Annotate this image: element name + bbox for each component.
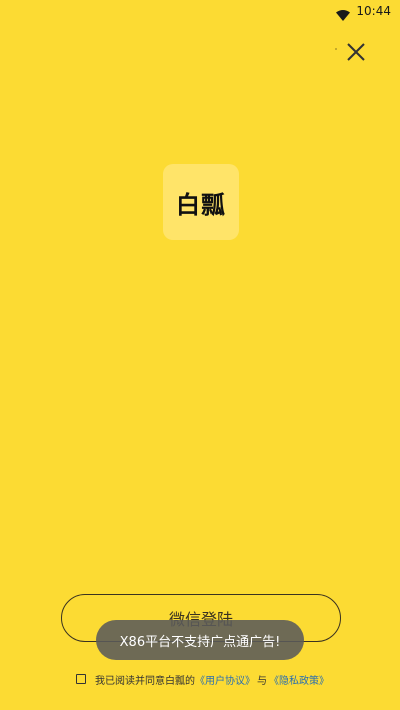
agreement-connector: 与 [257,675,267,687]
close-icon [347,43,365,61]
user-agreement-link[interactable]: 《用户协议》 [195,672,255,687]
login-screen: 10:44 白瓢 微信登陆 X86平台不支持广点通广告! 我已阅读并同意白瓢的 … [0,0,400,710]
agreement-checkbox[interactable] [76,674,86,684]
wifi-icon [336,6,351,21]
status-bar: 10:44 [0,0,400,22]
close-button[interactable] [344,40,368,64]
toast-message: X86平台不支持广点通广告! [96,620,304,660]
agreement-prefix: 我已阅读并同意白瓢的 [95,675,195,687]
agreement-row: 我已阅读并同意白瓢的 《用户协议》 与 《隐私政策》 [76,671,329,687]
app-logo-text: 白瓢 [176,190,226,219]
app-logo: 白瓢 [163,164,239,240]
status-time: 10:44 [356,4,391,18]
decorative-dot [335,48,337,50]
privacy-policy-link[interactable]: 《隐私政策》 [269,672,329,687]
